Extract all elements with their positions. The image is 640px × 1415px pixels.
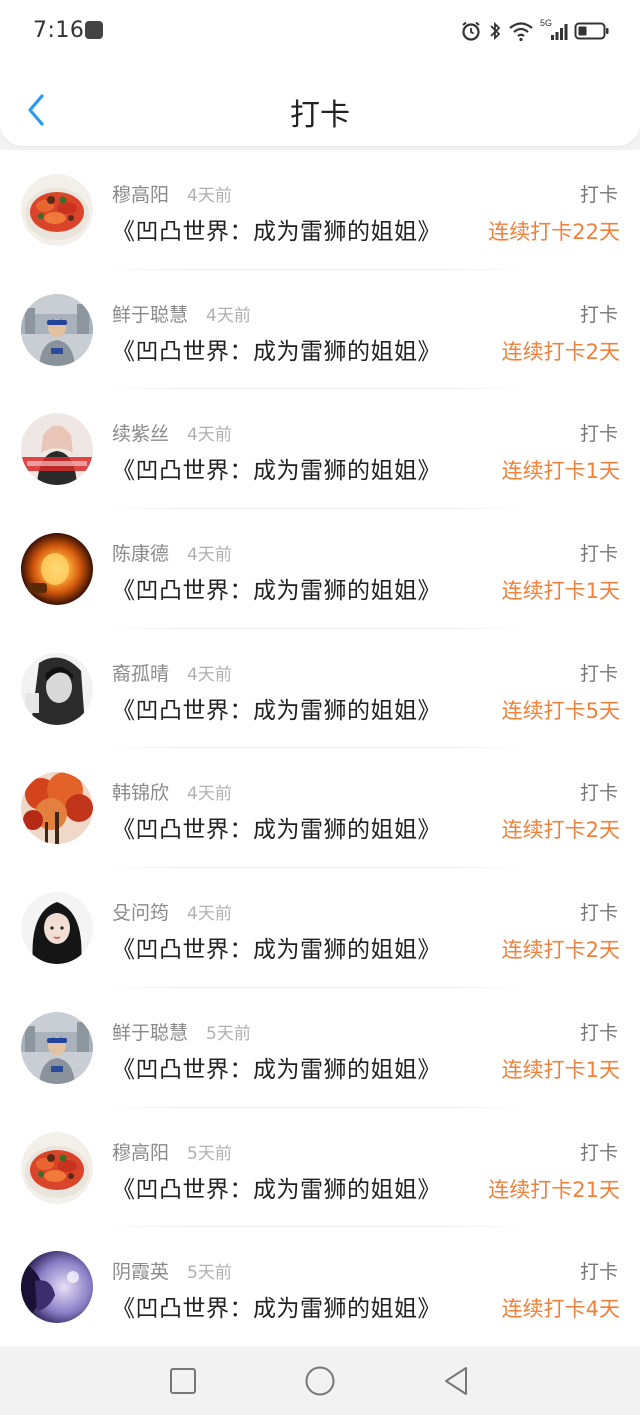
- girl-red-text-avatar: [21, 413, 93, 486]
- user-name[interactable]: 韩锦欣: [112, 778, 169, 805]
- user-avatar[interactable]: [21, 293, 93, 366]
- checkin-row[interactable]: 穆高阳 4天前《凹凸世界：成为雷狮的姐姐》 打卡连续打卡22天: [0, 150, 640, 270]
- user-name[interactable]: 鲜于聪慧: [112, 300, 188, 327]
- action-label: 打卡: [579, 303, 618, 326]
- time-ago: 4天前: [187, 186, 232, 206]
- action-label: 打卡: [579, 543, 618, 566]
- home-icon: [305, 1366, 335, 1396]
- book-title[interactable]: 《凹凸世界：成为雷狮的姐姐》: [112, 332, 441, 366]
- status-bar: 7:16 5G: [0, 0, 640, 62]
- action-label: 打卡: [579, 1141, 618, 1164]
- battery-icon: [574, 22, 609, 40]
- bluetooth-icon: [490, 21, 501, 41]
- back-triangle-icon: [445, 1367, 467, 1395]
- user-name[interactable]: 陈康德: [112, 539, 169, 566]
- bw-girl-avatar: [21, 652, 93, 725]
- time-ago: 5天前: [187, 1143, 232, 1164]
- user-avatar[interactable]: [21, 652, 93, 725]
- user-avatar[interactable]: [21, 772, 93, 845]
- action-label: 打卡: [579, 782, 618, 805]
- user-name[interactable]: 阴霞英: [112, 1257, 169, 1284]
- checkin-row[interactable]: 陈康德 4天前《凹凸世界：成为雷狮的姐姐》 打卡连续打卡1天: [0, 509, 640, 629]
- man-photo-avatar: [21, 293, 93, 366]
- book-title[interactable]: 《凹凸世界：成为雷狮的姐姐》: [112, 810, 441, 844]
- user-avatar[interactable]: [21, 1011, 93, 1084]
- alarm-icon: [462, 21, 480, 41]
- recent-apps-button[interactable]: [166, 1364, 200, 1398]
- action-label: 打卡: [579, 662, 618, 685]
- recent-apps-icon: [170, 1368, 196, 1394]
- checkin-row[interactable]: 续紫丝 4天前《凹凸世界：成为雷狮的姐姐》 打卡连续打卡1天: [0, 389, 640, 510]
- streak-count: 连续打卡22天: [488, 220, 620, 244]
- streak-count: 连续打卡2天: [501, 818, 620, 843]
- action-label: 打卡: [579, 1021, 618, 1044]
- user-avatar[interactable]: [21, 1251, 93, 1324]
- time-ago: 4天前: [187, 904, 232, 925]
- food-avatar: [21, 1131, 93, 1204]
- checkin-list: 穆高阳 4天前 《凹凸世界：成为雷狮的姐姐》 打卡 连续打卡22天 鲜于聪慧 4天前 《凹凸…: [0, 150, 640, 1346]
- user-avatar[interactable]: [21, 413, 93, 486]
- action-label: 打卡: [579, 184, 618, 206]
- user-avatar[interactable]: [21, 1131, 93, 1204]
- action-label: 打卡: [579, 1261, 618, 1284]
- app-header: 打卡: [0, 62, 640, 146]
- user-name[interactable]: 鲜于聪慧: [112, 1018, 188, 1045]
- book-title[interactable]: 《凹凸世界：成为雷狮的姐姐》: [112, 1289, 441, 1323]
- book-title[interactable]: 《凹凸世界：成为雷狮的姐姐》: [112, 1050, 441, 1084]
- user-name[interactable]: 裔孤晴: [112, 659, 169, 686]
- user-name[interactable]: 穆高阳: [112, 180, 169, 207]
- book-title[interactable]: 《凹凸世界：成为雷狮的姐姐》: [112, 212, 441, 246]
- time-ago: 5天前: [187, 1263, 232, 1284]
- checkin-row[interactable]: 殳问筠 4天前《凹凸世界：成为雷狮的姐姐》 打卡连续打卡2天: [0, 868, 640, 988]
- book-title[interactable]: 《凹凸世界：成为雷狮的姐姐》: [112, 930, 441, 964]
- man-photo-avatar: [21, 1011, 93, 1084]
- user-avatar[interactable]: [21, 892, 93, 965]
- checkin-row[interactable]: 韩锦欣 4天前《凹凸世界：成为雷狮的姐姐》 打卡连续打卡2天: [0, 748, 640, 869]
- food-avatar: [21, 174, 93, 246]
- cellular-signal-icon: 5G: [540, 18, 568, 42]
- checkin-row[interactable]: 裔孤晴 4天前《凹凸世界：成为雷狮的姐姐》 打卡连续打卡5天: [0, 629, 640, 749]
- time-ago: 4天前: [187, 545, 232, 566]
- light-bulb-avatar: [21, 533, 93, 606]
- home-button[interactable]: [303, 1364, 337, 1398]
- streak-count: 连续打卡2天: [501, 938, 620, 963]
- status-icons: 5G: [460, 18, 610, 44]
- purple-anime-avatar: [21, 1251, 93, 1324]
- book-title[interactable]: 《凹凸世界：成为雷狮的姐姐》: [112, 1170, 441, 1204]
- checkin-row[interactable]: 鲜于聪慧 4天前《凹凸世界：成为雷狮的姐姐》 打卡连续打卡2天: [0, 270, 640, 390]
- system-back-button[interactable]: [440, 1364, 474, 1398]
- status-time: 7:16: [33, 18, 85, 43]
- streak-count: 连续打卡2天: [501, 339, 620, 364]
- streak-count: 连续打卡21天: [488, 1177, 620, 1202]
- streak-count: 连续打卡1天: [501, 579, 620, 604]
- user-name[interactable]: 续紫丝: [112, 419, 169, 446]
- streak-count: 连续打卡1天: [501, 1057, 620, 1082]
- streak-count: 连续打卡1天: [501, 459, 620, 484]
- checkin-row[interactable]: 鲜于聪慧 5天前《凹凸世界：成为雷狮的姐姐》 打卡连续打卡1天: [0, 988, 640, 1108]
- time-ago: 5天前: [206, 1023, 251, 1044]
- checkin-row[interactable]: 穆高阳 5天前《凹凸世界：成为雷狮的姐姐》 打卡连续打卡21天: [0, 1108, 640, 1228]
- system-nav-bar: [0, 1346, 640, 1415]
- streak-count: 连续打卡5天: [501, 698, 620, 723]
- time-ago: 4天前: [187, 664, 232, 685]
- book-title[interactable]: 《凹凸世界：成为雷狮的姐姐》: [112, 691, 441, 725]
- girl-portrait-avatar: [21, 892, 93, 965]
- checkin-row[interactable]: 阴霞英 5天前《凹凸世界：成为雷狮的姐姐》 打卡连续打卡4天: [0, 1227, 640, 1346]
- action-label: 打卡: [579, 902, 618, 925]
- page-title: 打卡: [290, 98, 350, 133]
- action-label: 打卡: [579, 423, 618, 446]
- time-ago: 4天前: [206, 305, 251, 326]
- time-ago: 4天前: [187, 425, 232, 446]
- book-title[interactable]: 《凹凸世界：成为雷狮的姐姐》: [112, 451, 441, 485]
- time-ago: 4天前: [187, 784, 232, 805]
- autumn-tree-avatar: [21, 772, 93, 845]
- user-avatar[interactable]: [21, 174, 93, 246]
- user-avatar[interactable]: [21, 533, 93, 606]
- wifi-icon: [509, 22, 533, 42]
- user-name[interactable]: 殳问筠: [112, 898, 169, 925]
- book-title[interactable]: 《凹凸世界：成为雷狮的姐姐》: [112, 571, 441, 605]
- message-icon: [85, 21, 103, 39]
- user-name[interactable]: 穆高阳: [112, 1138, 169, 1165]
- streak-count: 连续打卡4天: [501, 1297, 620, 1322]
